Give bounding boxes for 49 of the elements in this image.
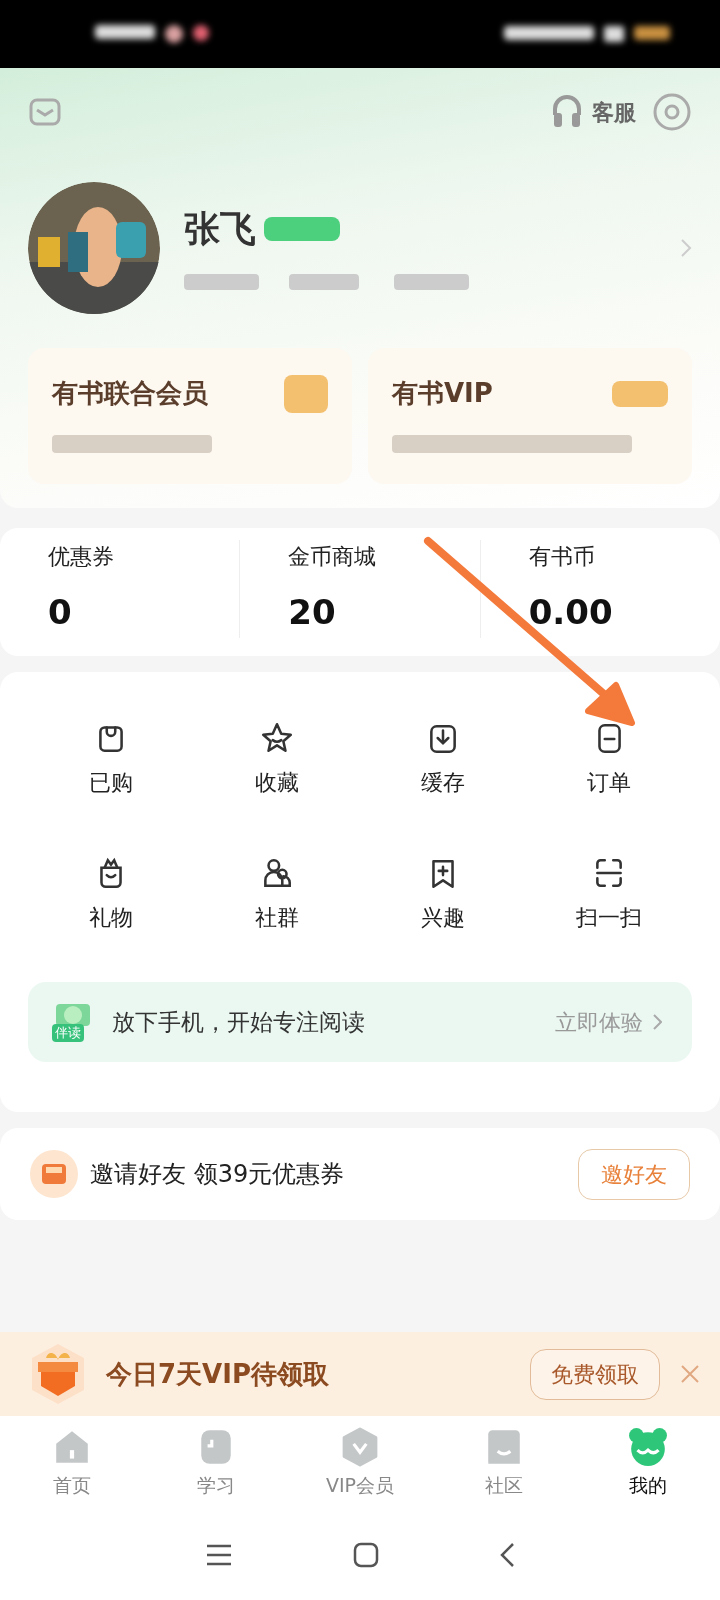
frog-icon: [628, 1426, 668, 1467]
shortcut-button[interactable]: 礼物: [28, 855, 194, 934]
chevron-icon[interactable]: [680, 238, 692, 258]
avatar[interactable]: [28, 182, 160, 314]
back-icon[interactable]: [499, 1542, 515, 1568]
close-icon[interactable]: [680, 1364, 700, 1384]
stat-label[interactable]: 优惠券: [48, 540, 216, 573]
stat-value[interactable]: 20: [288, 587, 456, 638]
membership-title: 有书联合会员: [52, 377, 208, 410]
clock-drawing: [95, 25, 155, 39]
claim-button[interactable]: 免费领取: [530, 1348, 660, 1400]
stat-value[interactable]: 0.00: [528, 587, 696, 638]
gift-box-icon: [30, 1342, 86, 1406]
invite-text: 邀请好友 领39元优惠券: [90, 1159, 345, 1190]
vip-promo-text: 今日7天VIP待领取: [106, 1357, 329, 1391]
menu-icon[interactable]: [205, 1543, 233, 1567]
user-name: 张飞: [184, 207, 256, 251]
notification-icon: [193, 25, 209, 41]
tab[interactable]: 社区: [432, 1416, 576, 1510]
tag-icon: [612, 380, 668, 407]
membership-title: 有书VIP: [392, 377, 493, 410]
membership-card[interactable]: 有书联合会员: [28, 348, 352, 484]
focus-reading-text: 放下手机，开始专注阅读: [112, 1007, 365, 1037]
shortcut-button[interactable]: 收藏: [194, 720, 360, 799]
shortcut-button[interactable]: 缓存: [360, 720, 526, 799]
customer-service-label[interactable]: 客服: [592, 95, 636, 129]
membership-card[interactable]: 有书VIP: [368, 348, 692, 484]
tab[interactable]: VIP会员: [288, 1416, 432, 1510]
tab[interactable]: 学习: [144, 1416, 288, 1510]
coupon-icon: [284, 374, 328, 413]
notification-icon: [165, 25, 183, 43]
settings-icon[interactable]: [652, 92, 692, 132]
reading-badge: 伴读: [52, 1002, 94, 1042]
shortcut-button[interactable]: 订单: [526, 720, 692, 799]
envelope-icon: [30, 1150, 78, 1198]
shield-icon: [340, 1426, 380, 1467]
stat-value[interactable]: 0: [48, 587, 216, 638]
shortcut-button[interactable]: 社群: [194, 855, 360, 934]
shortcut-button[interactable]: 扫一扫: [526, 855, 692, 934]
stat-label[interactable]: 金币商城: [288, 540, 456, 573]
home-button-icon[interactable]: [353, 1542, 379, 1568]
wifi-icon: [604, 26, 624, 42]
tab[interactable]: 首页: [0, 1416, 144, 1510]
shortcut-button[interactable]: 已购: [28, 720, 194, 799]
battery-icon: [634, 26, 670, 40]
chevron-icon: [653, 1014, 662, 1030]
tab[interactable]: 我的: [576, 1416, 720, 1510]
shortcut-button[interactable]: 兴趣: [360, 855, 526, 934]
stat-label[interactable]: 有书币: [528, 540, 696, 573]
